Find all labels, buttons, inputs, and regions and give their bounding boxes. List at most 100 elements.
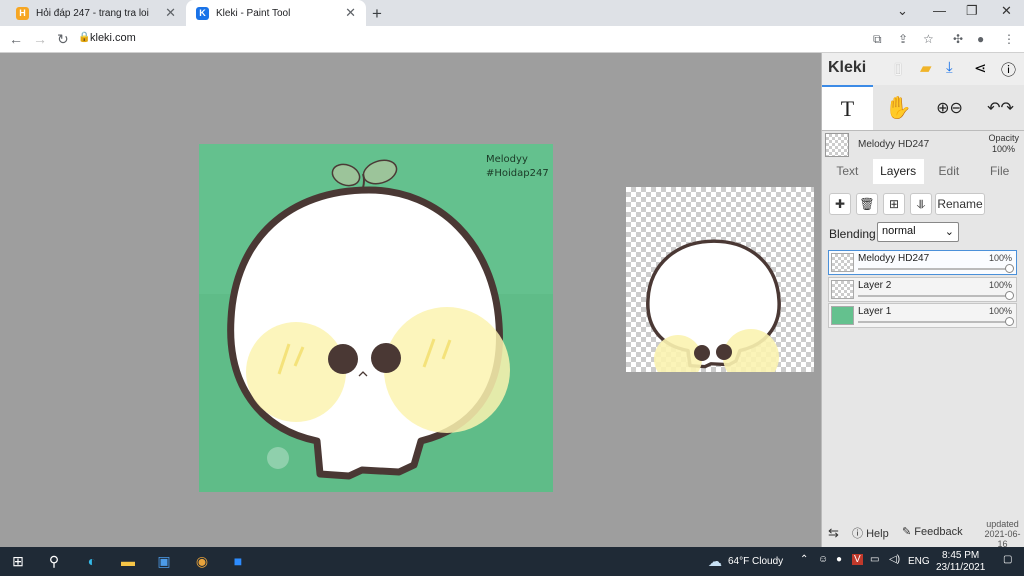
- panel-footer: ⇆ ⓘ Help ✎ Feedback updated 2021-06-16: [822, 517, 1024, 549]
- tray-up-arrow-icon[interactable]: ⌃: [800, 554, 808, 565]
- help-label: Help: [866, 528, 889, 540]
- clock-date[interactable]: 23/11/2021: [936, 562, 985, 573]
- windows-start-icon[interactable]: ⊞: [8, 551, 28, 571]
- kleki-favicon-icon: K: [196, 6, 209, 20]
- tab-text[interactable]: Text: [822, 159, 873, 184]
- volume-icon[interactable]: ◁): [889, 554, 900, 565]
- opacity-value: 100%: [991, 144, 1015, 154]
- chrome-icon[interactable]: ◉: [192, 551, 212, 571]
- lock-icon[interactable]: 🔒: [78, 32, 90, 43]
- tab-edit[interactable]: Edit: [924, 159, 975, 184]
- reload-icon[interactable]: ↻: [57, 31, 69, 48]
- drawing-workspace[interactable]: Melodyy #Hoidap247: [0, 53, 821, 547]
- slider-knob[interactable]: [1005, 317, 1014, 326]
- new-tab-icon[interactable]: +: [372, 4, 382, 24]
- preview-artwork: [646, 239, 781, 372]
- kleki-side-panel: Kleki ▯ ▰ ⤓ ⋖ ⓘ T ✋ ⊕⊖ ↶↷ Melodyy HD247 …: [821, 53, 1024, 549]
- url-field[interactable]: kleki.com: [90, 32, 136, 44]
- address-bar: ← → ↻ 🔒 kleki.com ⧉ ⇪ ☆ ✣ ● ⋮: [0, 26, 1024, 53]
- notification-icon[interactable]: ▢: [1003, 554, 1012, 565]
- text-tool-button[interactable]: T: [822, 85, 873, 130]
- zoom-in-out-icon: ⊕⊖: [936, 99, 963, 117]
- watermark-line1: Melodyy: [486, 154, 528, 165]
- layer-name: Layer 1: [858, 306, 892, 317]
- undo-redo-icon: ↶↷: [987, 99, 1014, 117]
- network-icon[interactable]: ▭: [870, 554, 879, 565]
- people-icon[interactable]: ☺: [818, 554, 828, 565]
- merge-layer-button[interactable]: ⥥: [910, 193, 932, 215]
- menu-dots-icon[interactable]: ⋮: [1003, 32, 1015, 46]
- file-explorer-icon[interactable]: ▬: [118, 551, 138, 571]
- hand-tool-button[interactable]: ✋: [873, 85, 924, 130]
- undo-redo-button[interactable]: ↶↷: [975, 85, 1024, 130]
- tab-file[interactable]: File: [974, 159, 1024, 184]
- browser-tab-kleki[interactable]: K Kleki - Paint Tool ✕: [186, 0, 366, 26]
- panel-tabs: Text Layers Edit File: [822, 159, 1024, 184]
- close-icon[interactable]: ✕: [165, 5, 176, 21]
- feedback-icon: ✎: [902, 526, 912, 538]
- current-layer-name: Melodyy HD247: [858, 139, 930, 150]
- layer-opacity: 100%: [988, 280, 1012, 290]
- share-icon[interactable]: ⇪: [898, 32, 908, 46]
- layer-row[interactable]: Layer 1 100%: [828, 303, 1017, 328]
- help-icon[interactable]: ⓘ: [1001, 59, 1016, 80]
- v-app-icon[interactable]: V: [852, 554, 863, 565]
- clock-time[interactable]: 8:45 PM: [942, 550, 979, 561]
- download-icon[interactable]: ⤓: [946, 59, 953, 76]
- edge-browser-icon[interactable]: ◐: [82, 551, 102, 571]
- search-icon[interactable]: ⚲: [44, 551, 64, 571]
- rename-layer-button[interactable]: Rename: [935, 193, 985, 215]
- close-window-icon[interactable]: ✕: [1001, 3, 1012, 19]
- swap-side-icon[interactable]: ⇆: [828, 525, 839, 541]
- share-icon[interactable]: ⋖: [974, 59, 987, 77]
- slider-knob[interactable]: [1005, 264, 1014, 273]
- main-canvas[interactable]: Melodyy #Hoidap247: [199, 144, 553, 492]
- minimize-icon[interactable]: —: [933, 3, 946, 18]
- restore-icon[interactable]: ❐: [966, 3, 978, 19]
- close-icon[interactable]: ✕: [345, 5, 356, 21]
- trash-icon: 🗑: [859, 197, 875, 211]
- tab-layers[interactable]: Layers: [872, 159, 924, 184]
- open-folder-icon[interactable]: ▰: [920, 59, 932, 77]
- blending-label: Blending: [829, 227, 876, 241]
- opacity-label: Opacity: [988, 133, 1019, 143]
- bookmark-star-icon[interactable]: ☆: [923, 32, 934, 46]
- layer-opacity-slider[interactable]: [858, 268, 1010, 270]
- store-app-icon[interactable]: ▣: [154, 551, 174, 571]
- help-button[interactable]: ⓘ Help: [852, 525, 889, 541]
- layer-preview: [626, 187, 814, 372]
- translate-icon[interactable]: ⧉: [873, 32, 882, 47]
- extensions-icon[interactable]: ✣: [953, 32, 963, 46]
- browser-tab-hoidap[interactable]: H Hỏi đáp 247 - trang tra loi ✕: [6, 0, 186, 26]
- blending-select[interactable]: normal ⌄: [877, 222, 959, 242]
- profile-avatar-icon[interactable]: ●: [977, 32, 984, 46]
- drawing-artwork: [199, 159, 553, 492]
- layer-row[interactable]: Melodyy HD247 100%: [828, 250, 1017, 275]
- panel-header: Kleki ▯ ▰ ⤓ ⋖ ⓘ: [822, 53, 1024, 85]
- hand-icon: ✋: [884, 94, 913, 120]
- text-tool-icon: T: [840, 95, 855, 121]
- tab-search-icon[interactable]: ⌄: [897, 3, 908, 19]
- layer-row[interactable]: Layer 2 100%: [828, 277, 1017, 302]
- duplicate-layer-button[interactable]: ⊞: [883, 193, 905, 215]
- weather-text[interactable]: 64°F Cloudy: [728, 556, 783, 567]
- language-indicator[interactable]: ENG: [908, 556, 930, 567]
- layer-opacity-slider[interactable]: [858, 295, 1010, 297]
- delete-layer-button[interactable]: 🗑: [856, 193, 878, 215]
- updated-date: 2021-06-16: [984, 529, 1021, 549]
- plus-icon: ✚: [834, 197, 846, 211]
- microphone-icon[interactable]: ●: [836, 554, 842, 565]
- new-image-icon[interactable]: ▯: [894, 59, 902, 77]
- updated-info[interactable]: updated 2021-06-16: [980, 519, 1024, 549]
- add-layer-button[interactable]: ✚: [829, 193, 851, 215]
- slider-knob[interactable]: [1005, 291, 1014, 300]
- zoom-button[interactable]: ⊕⊖: [924, 85, 975, 130]
- forward-icon[interactable]: →: [33, 31, 47, 47]
- layers-panel: ✚ 🗑 ⊞ ⥥ Rename Blending normal ⌄ Melodyy…: [822, 184, 1024, 384]
- back-icon[interactable]: ←: [9, 31, 23, 47]
- feedback-button[interactable]: ✎ Feedback: [902, 525, 963, 538]
- zoom-app-icon[interactable]: ■: [228, 551, 248, 571]
- tab-title: Kleki - Paint Tool: [216, 7, 291, 19]
- layer-opacity-slider[interactable]: [858, 321, 1010, 323]
- cloud-weather-icon[interactable]: ☁: [705, 551, 725, 571]
